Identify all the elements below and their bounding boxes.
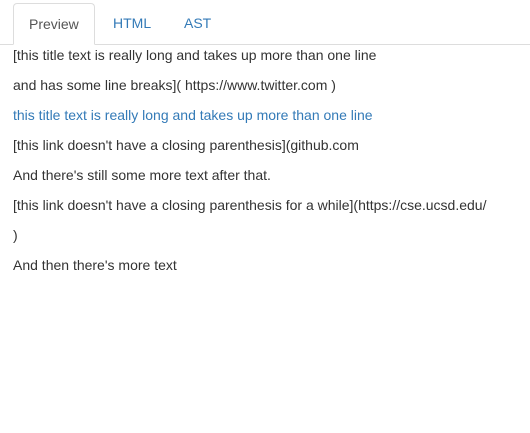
preview-text-line: And there's still some more text after t…: [13, 167, 271, 183]
preview-text-line: ): [13, 227, 18, 243]
tab-html[interactable]: HTML: [98, 3, 166, 44]
preview-text-line: and has some line breaks]( https://www.t…: [13, 77, 336, 93]
preview-link[interactable]: this title text is really long and takes…: [13, 105, 373, 125]
preview-text-line: [this link doesn't have a closing parent…: [13, 197, 487, 213]
tab-bar: Preview HTML AST: [0, 0, 530, 45]
preview-text-line: And then there's more text: [13, 257, 177, 273]
tab-ast[interactable]: AST: [169, 3, 226, 44]
tab-preview[interactable]: Preview: [13, 3, 95, 45]
preview-text-line: [this link doesn't have a closing parent…: [13, 137, 359, 153]
preview-text-line: [this title text is really long and take…: [13, 47, 377, 63]
